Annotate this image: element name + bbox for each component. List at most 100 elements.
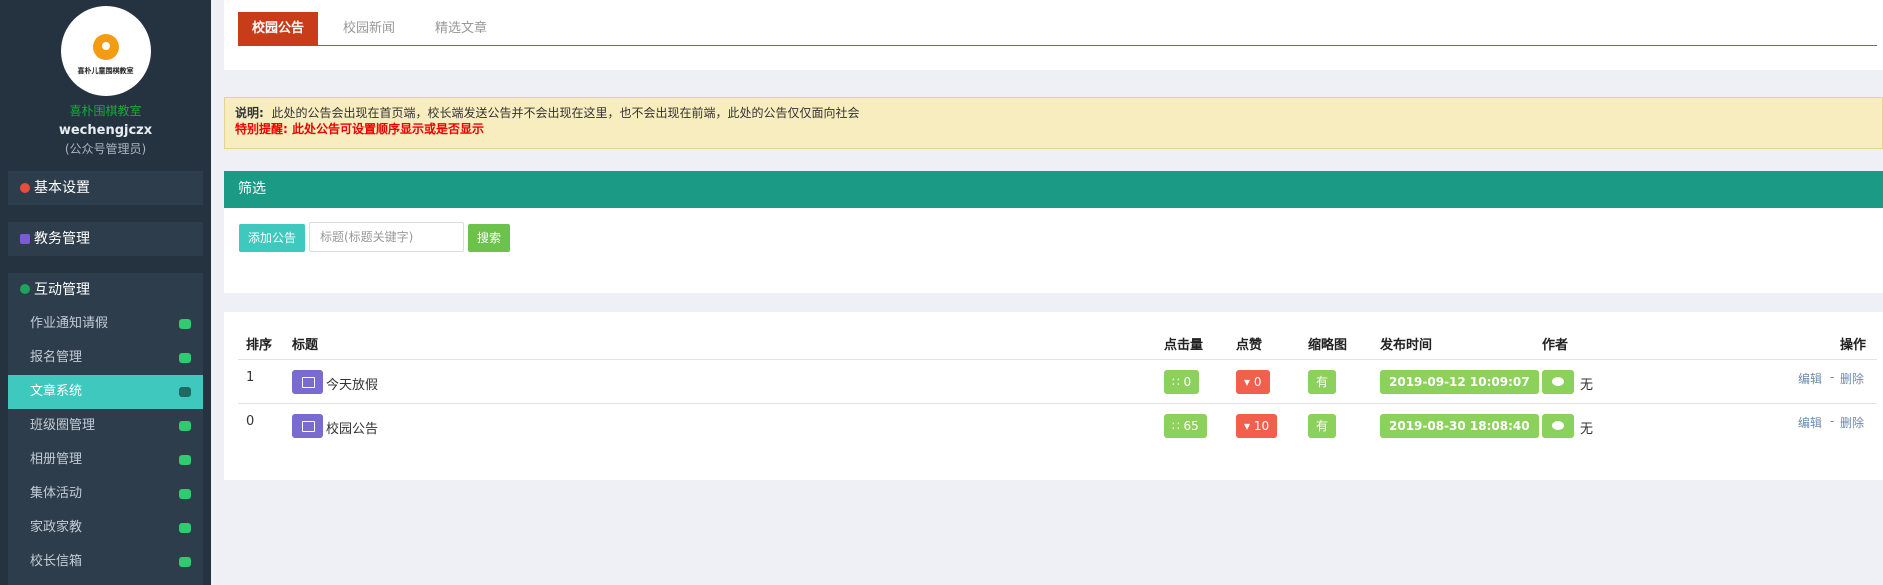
tab-bar: 校园公告 校园新闻 精选文章 [224,0,1883,70]
logo: 喜朴儿童围棋教室 [60,6,151,96]
menu-group-label: 教务管理 [34,231,90,247]
chat-icon [179,557,191,567]
clicks-value: 0 [1183,375,1192,389]
delete-link[interactable]: 删除 [1840,414,1864,431]
gear-icon [20,183,30,193]
likes-badge: ▾ 10 [1236,414,1278,438]
header-publish-time: 发布时间 [1380,338,1433,353]
chat-icon [1542,370,1574,394]
rss-icon: ∷ [1172,419,1180,433]
header-clicks: 点击量 [1164,338,1204,353]
article-icon [292,370,323,394]
edit-link[interactable]: 编辑 [1798,414,1822,431]
chat-icon [1542,414,1574,438]
rss-icon: ∷ [1172,375,1180,389]
thumbnail-badge: 有 [1308,370,1337,394]
notice-warning: 特别提醒: 此处公告可设置顺序显示或是否显示 [235,122,484,136]
chat-icon [179,353,191,363]
clicks-badge: ∷ 65 [1164,414,1207,438]
user-role: (公众号管理员) [64,142,147,156]
notice-text: 此处的公告会出现在首页端，校长端发送公告并不会出现在这里，也不会出现在前端，此处… [271,106,860,120]
sidebar-item-mailbox[interactable]: 校长信箱 [8,545,203,579]
sidebar-item-label: 相册管理 [30,452,83,467]
menu-group-academic[interactable]: 教务管理 [8,222,203,256]
sidebar-item-album[interactable]: 相册管理 [8,443,203,477]
cup-icon [179,523,191,533]
sidebar-item-label: 作业通知请假 [30,316,109,331]
menu-group-basic-settings[interactable]: 基本设置 [8,171,203,205]
user-id: wechengjczx [58,123,153,138]
heart-icon: ▾ [1244,375,1251,389]
table-divider [238,403,1877,404]
edit-link[interactable]: 编辑 [1798,370,1822,387]
menu-group-interaction-title[interactable]: 互动管理 [8,273,203,307]
filter-title: 筛选 [224,171,1883,208]
logo-mark-icon [92,34,119,60]
header-likes: 点赞 [1236,338,1263,353]
publish-time-badge: 2019-09-12 10:09:07 [1380,370,1539,394]
sidebar-item-tutoring[interactable]: 家政家教 [8,511,203,545]
notice-line: 说明: 此处的公告会出现在首页端，校长端发送公告并不会出现在这里，也不会出现在前… [235,105,1872,121]
row-order: 1 [246,370,255,385]
likes-value: 0 [1253,375,1262,389]
chat-icon [20,284,30,294]
sidebar-item-class-circle[interactable]: 班级圈管理 [8,409,203,443]
chat-icon [179,421,191,431]
header-actions: 操作 [1840,338,1867,353]
article-icon [292,414,323,438]
logo-area: 喜朴儿童围棋教室 喜朴围棋教室 wechengjczx (公众号管理员) [0,0,211,157]
tab-school-notices[interactable]: 校园公告 [238,12,319,46]
clicks-badge: ∷ 0 [1164,370,1200,394]
sidebar-item-label: 报名管理 [30,350,83,365]
sidebar-item-enrollment[interactable]: 报名管理 [8,341,203,375]
likes-badge: ▾ 0 [1236,370,1270,394]
thumbnail-badge: 有 [1308,414,1337,438]
header-title: 标题 [292,338,319,353]
book-icon [20,234,30,244]
sidebar-item-homework[interactable]: 作业通知请假 [8,307,203,341]
sidebar-item-label: 班级圈管理 [30,418,96,433]
tab-featured-articles[interactable]: 精选文章 [421,12,501,46]
filter-panel: 筛选 添加公告 标题(标题关键字) 搜索 [224,171,1883,293]
camera-icon [179,455,191,465]
sidebar-item-label: 家政家教 [30,520,83,535]
sidebar-item-activities[interactable]: 集体活动 [8,477,203,511]
sidebar-item-label: 集体活动 [30,486,83,501]
row-author: 无 [1580,378,1594,393]
megaphone-icon [179,319,191,329]
menu-group-label: 互动管理 [34,282,90,298]
search-input[interactable]: 标题(标题关键字) [309,222,464,252]
notice-label: 说明: [235,106,264,120]
menu-group-label: 基本设置 [34,180,90,196]
tab-school-news[interactable]: 校园新闻 [329,12,409,46]
table-divider [238,359,1877,360]
org-name: 喜朴围棋教室 [69,104,142,118]
sidebar-item-articles[interactable]: 文章系统 [8,375,203,409]
menu-group-interaction: 互动管理 作业通知请假 报名管理 文章系统 班级圈管理 相册管理 集体活动 家政… [8,273,203,585]
sidebar-item-label: 校长信箱 [30,554,83,569]
row-title[interactable]: 校园公告 [326,418,378,437]
row-author: 无 [1580,422,1594,437]
action-separator: - [1830,414,1835,428]
sidebar: 喜朴儿童围棋教室 喜朴围棋教室 wechengjczx (公众号管理员) 基本设… [0,0,211,585]
row-title[interactable]: 今天放假 [326,374,378,393]
trophy-icon [179,489,191,499]
header-order: 排序 [246,338,273,353]
sidebar-item-label: 文章系统 [30,384,83,399]
likes-value: 10 [1253,419,1270,433]
main-content: 校园公告 校园新闻 精选文章 说明: 此处的公告会出现在首页端，校长端发送公告并… [224,0,1883,585]
add-notice-button[interactable]: 添加公告 [239,224,306,252]
monitor-icon [179,387,191,397]
header-author: 作者 [1542,338,1569,353]
clicks-value: 65 [1183,419,1199,433]
action-separator: - [1830,370,1835,384]
notice-table: 排序 标题 点击量 点赞 缩略图 发布时间 作者 操作 1 今天放假 ∷ 0 ▾… [224,312,1883,480]
notice-box: 说明: 此处的公告会出现在首页端，校长端发送公告并不会出现在这里，也不会出现在前… [224,97,1883,149]
heart-icon: ▾ [1244,419,1251,433]
header-thumbnail: 缩略图 [1308,338,1348,353]
row-order: 0 [246,414,255,429]
publish-time-badge: 2019-08-30 18:08:40 [1380,414,1539,438]
search-button[interactable]: 搜索 [468,224,511,252]
delete-link[interactable]: 删除 [1840,370,1864,387]
logo-text: 喜朴儿童围棋教室 [77,67,134,75]
